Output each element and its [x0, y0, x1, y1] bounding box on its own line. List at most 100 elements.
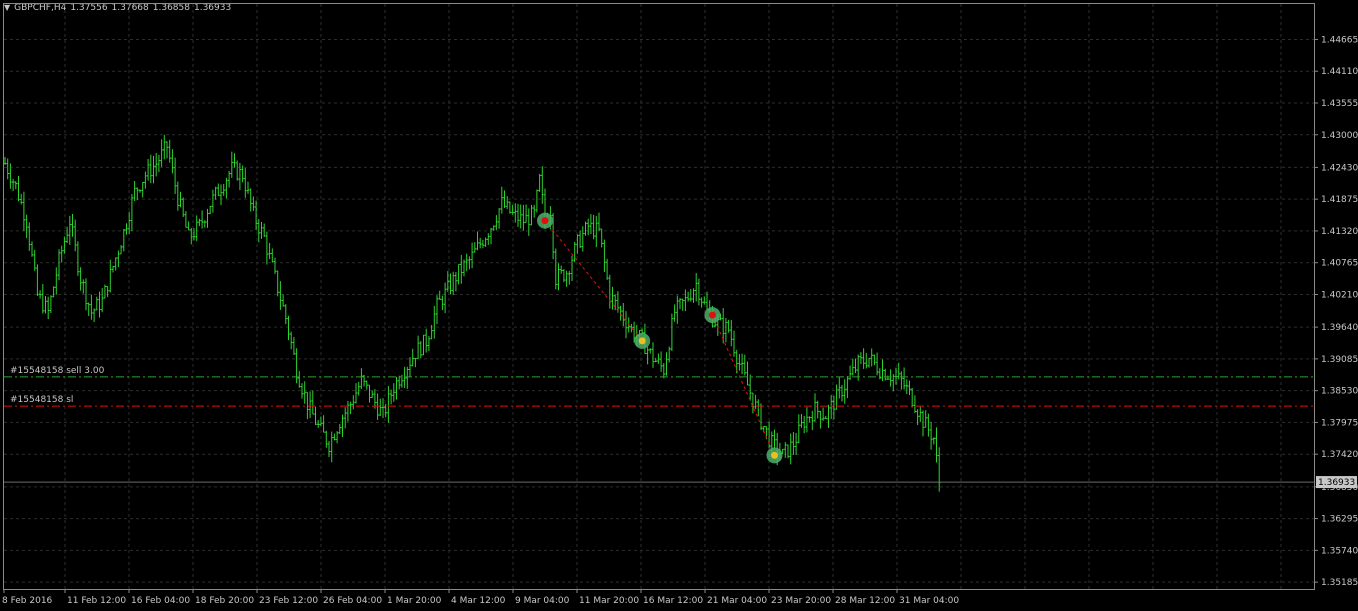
ohlc-bar [570, 255, 574, 282]
ohlc-bar [732, 330, 736, 357]
ohlc-bar [79, 267, 82, 291]
ohlc-bar [154, 153, 158, 177]
ohlc-bar [460, 254, 463, 284]
ohlc-bar [492, 225, 495, 231]
time-tick-label: 11 Mar 20:00 [579, 596, 639, 606]
ohlc-bar [203, 220, 207, 228]
plot-frame [3, 3, 1315, 590]
ohlc-bar [727, 319, 730, 333]
ohlc-bar [919, 406, 922, 423]
ohlc-bar [287, 315, 290, 341]
ohlc-bar [611, 286, 614, 310]
sell-arrow-icon [541, 217, 549, 225]
price-tick-label: 1.41875 [1321, 195, 1358, 205]
time-tick-label: 9 Mar 04:00 [515, 596, 570, 606]
ohlc-bar [419, 341, 423, 359]
time-tick-label: 8 Feb 2016 [2, 596, 53, 606]
ohlc-bar [559, 265, 563, 274]
ohlc-bar [908, 380, 911, 396]
time-tick-label: 1 Mar 20:00 [387, 596, 442, 606]
ohlc-bar [581, 226, 585, 252]
ohlc-bar [44, 295, 47, 314]
ohlc-bar [389, 389, 393, 405]
ohlc-bar [316, 420, 320, 428]
price-axis: 1.44665 1.44110 1.43555 1.43000 1.42430 1.418… [1314, 35, 1358, 588]
ohlc-bar [95, 296, 99, 311]
ohlc-bar [395, 376, 398, 400]
ohlc-bar [244, 168, 247, 198]
ohlc-bar [897, 362, 900, 380]
ohlc-bar [773, 429, 776, 450]
ohlc-bar [338, 423, 342, 434]
ohlc-bar [921, 410, 925, 437]
price-tick-label: 1.44110 [1321, 67, 1358, 77]
ohlc-bar [76, 241, 80, 276]
ohlc-bar [927, 413, 930, 437]
ohlc-bar [111, 265, 115, 273]
time-axis: 8 Feb 2016 11 Feb 12:00 16 Feb 04:00 18 Feb… [2, 589, 959, 606]
ohlc-bar [805, 407, 809, 433]
ohlc-bar [443, 282, 447, 314]
ohlc-bar [149, 154, 153, 184]
price-tick-label: 1.44665 [1321, 35, 1358, 45]
ohlc-bar [414, 357, 417, 368]
ohlc-bar [36, 264, 39, 297]
ohlc-bar [484, 237, 487, 247]
ohlc-bar [829, 394, 833, 419]
ohlc-bar [878, 368, 882, 380]
ohlc-bar [454, 272, 458, 292]
ohlc-bar [341, 414, 344, 437]
ohlc-bar [568, 270, 571, 285]
ohlc-bar [797, 414, 801, 444]
price-chart[interactable]: #15548158 sell 3.00 #15548158 sl 1.44665… [0, 0, 1358, 611]
ohlc-bar [125, 223, 128, 235]
ohlc-bar [28, 222, 31, 251]
ohlc-bar [138, 189, 142, 193]
ohlc-bar [603, 239, 606, 273]
ohlc-bar [73, 219, 77, 252]
ohlc-bar [595, 215, 598, 248]
ohlc-bar [33, 249, 36, 271]
ohlc-bar [619, 305, 622, 321]
ohlc-bar [843, 379, 846, 404]
ohlc-bar [489, 227, 493, 245]
ohlc-bar [3, 156, 7, 165]
ohlc-bar [865, 352, 868, 369]
ohlc-bar [883, 368, 887, 381]
ohlc-bar [406, 366, 409, 389]
ohlc-bar [100, 288, 104, 313]
ohlc-bar [541, 166, 544, 204]
ohlc-bar [160, 139, 163, 167]
time-tick-label: 26 Feb 04:00 [323, 596, 382, 606]
ohlc-bar [754, 394, 757, 409]
ohlc-bar [527, 208, 531, 236]
ohlc-bar [435, 295, 439, 325]
ohlc-bar [495, 215, 498, 230]
ohlc-bar [276, 270, 279, 297]
ohlc-bar [819, 410, 822, 429]
ohlc-bar [184, 211, 188, 228]
ohlc-bar [662, 363, 666, 379]
ohlc-bar [476, 231, 479, 251]
ohlc-bar [343, 407, 347, 429]
ohlc-bar [381, 398, 385, 419]
ohlc-bar [746, 361, 749, 386]
ohlc-bar [738, 354, 741, 371]
ohlc-bar [694, 273, 698, 302]
ohlc-bar [214, 186, 217, 200]
ohlc-bar [605, 258, 609, 280]
ohlc-bar [592, 214, 595, 240]
ohlc-bar [724, 318, 728, 343]
ohlc-bar [171, 149, 174, 174]
ohlc-bar [670, 313, 674, 352]
ohlc-bar [813, 393, 817, 422]
ohlc-bar [854, 358, 857, 374]
ohlc-bar [106, 286, 109, 297]
ohlc-bar [697, 278, 701, 306]
ohlc-bar [233, 153, 236, 168]
ohlc-bar [462, 259, 466, 277]
ohlc-bar [600, 228, 603, 248]
ohlc-bar [122, 228, 126, 252]
ohlc-bar [357, 381, 360, 396]
ohlc-bar [889, 369, 892, 387]
